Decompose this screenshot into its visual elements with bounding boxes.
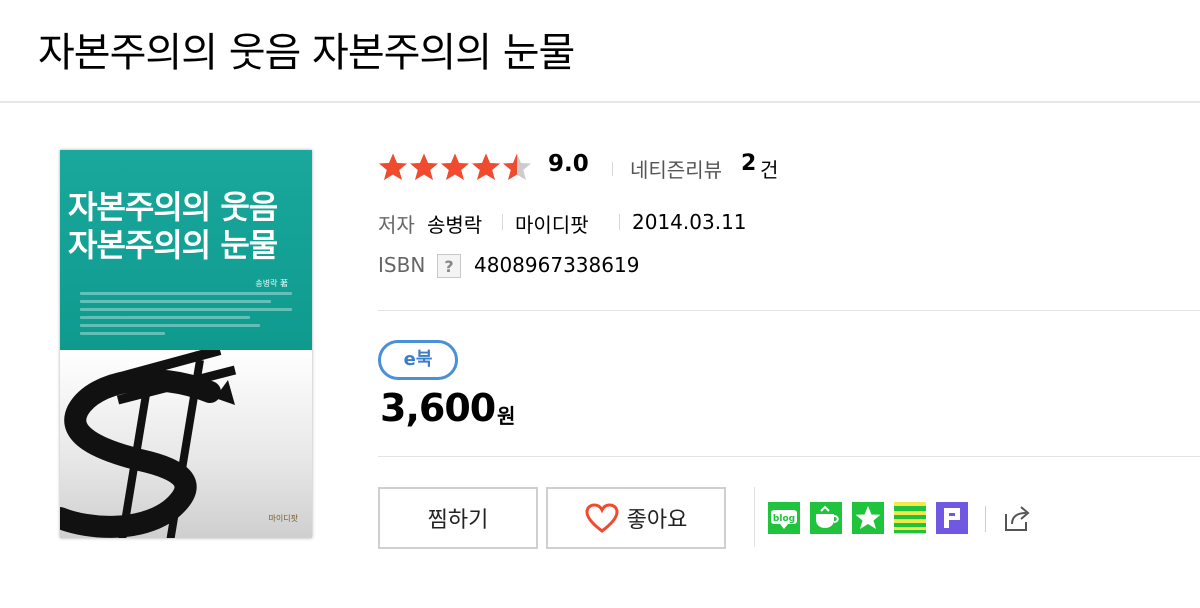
isbn-label: ISBN xyxy=(378,253,426,277)
cover-blurb-lines xyxy=(80,292,292,340)
author-label: 저자 xyxy=(378,213,415,237)
cover-title: 자본주의의 웃음 자본주의의 눈물 xyxy=(68,188,308,264)
rating-score: 9.0 xyxy=(548,151,589,177)
cover-top-panel: 자본주의의 웃음 자본주의의 눈물 송병락 著 xyxy=(60,150,312,350)
star-icon xyxy=(379,153,407,180)
cover-title-line2: 자본주의의 눈물 xyxy=(68,226,278,264)
bookmark-star-icon[interactable] xyxy=(852,502,884,534)
star-icon xyxy=(410,153,438,180)
like-label: 좋아요 xyxy=(626,507,688,532)
divider xyxy=(502,214,503,230)
author-name[interactable]: 송병락 xyxy=(427,209,482,238)
star-icon xyxy=(472,153,500,180)
section-divider xyxy=(378,456,1200,457)
wishlist-button[interactable]: 찜하기 xyxy=(378,487,538,549)
divider xyxy=(612,162,613,176)
section-divider xyxy=(378,310,1200,311)
dollar-sign-graphic xyxy=(60,350,237,538)
cover-author: 송병락 著 xyxy=(255,279,288,288)
cover-publisher: 마이디팟 xyxy=(268,514,298,523)
isbn-help-button[interactable]: ? xyxy=(437,254,461,278)
divider xyxy=(985,506,986,532)
post-icon[interactable] xyxy=(936,502,968,534)
price-amount: 3,600 xyxy=(380,386,496,430)
page-title: 자본주의의 웃음 자본주의의 눈물 xyxy=(38,30,575,76)
star-icon xyxy=(503,153,531,180)
divider xyxy=(619,214,620,230)
heart-icon xyxy=(585,503,619,533)
book-cover[interactable]: 자본주의의 웃음 자본주의의 눈물 송병락 著 마이디팟 xyxy=(60,150,312,538)
blog-icon[interactable]: blog xyxy=(768,502,800,534)
divider xyxy=(754,487,755,547)
review-unit: 건 xyxy=(760,158,779,182)
price-unit: 원 xyxy=(497,404,516,428)
review-label[interactable]: 네티즌리뷰 xyxy=(630,154,722,183)
cover-title-line1: 자본주의의 웃음 xyxy=(68,188,278,226)
like-button[interactable]: 좋아요 xyxy=(546,487,726,549)
publish-date: 2014.03.11 xyxy=(632,210,747,234)
ebook-badge: e북 xyxy=(378,340,458,380)
review-count[interactable]: 2 xyxy=(741,151,756,176)
title-divider xyxy=(0,101,1200,103)
cover-bottom-panel: 마이디팟 xyxy=(60,350,312,538)
wishlist-label: 찜하기 xyxy=(427,507,489,532)
share-icon[interactable] xyxy=(1000,502,1032,534)
isbn-value: 4808967338619 xyxy=(474,253,640,277)
band-icon[interactable] xyxy=(894,502,926,534)
cafe-icon[interactable] xyxy=(810,502,842,534)
svg-text:blog: blog xyxy=(773,514,795,524)
publisher-name[interactable]: 마이디팟 xyxy=(515,209,589,238)
star-icon xyxy=(441,153,469,180)
rating-stars xyxy=(378,152,533,182)
